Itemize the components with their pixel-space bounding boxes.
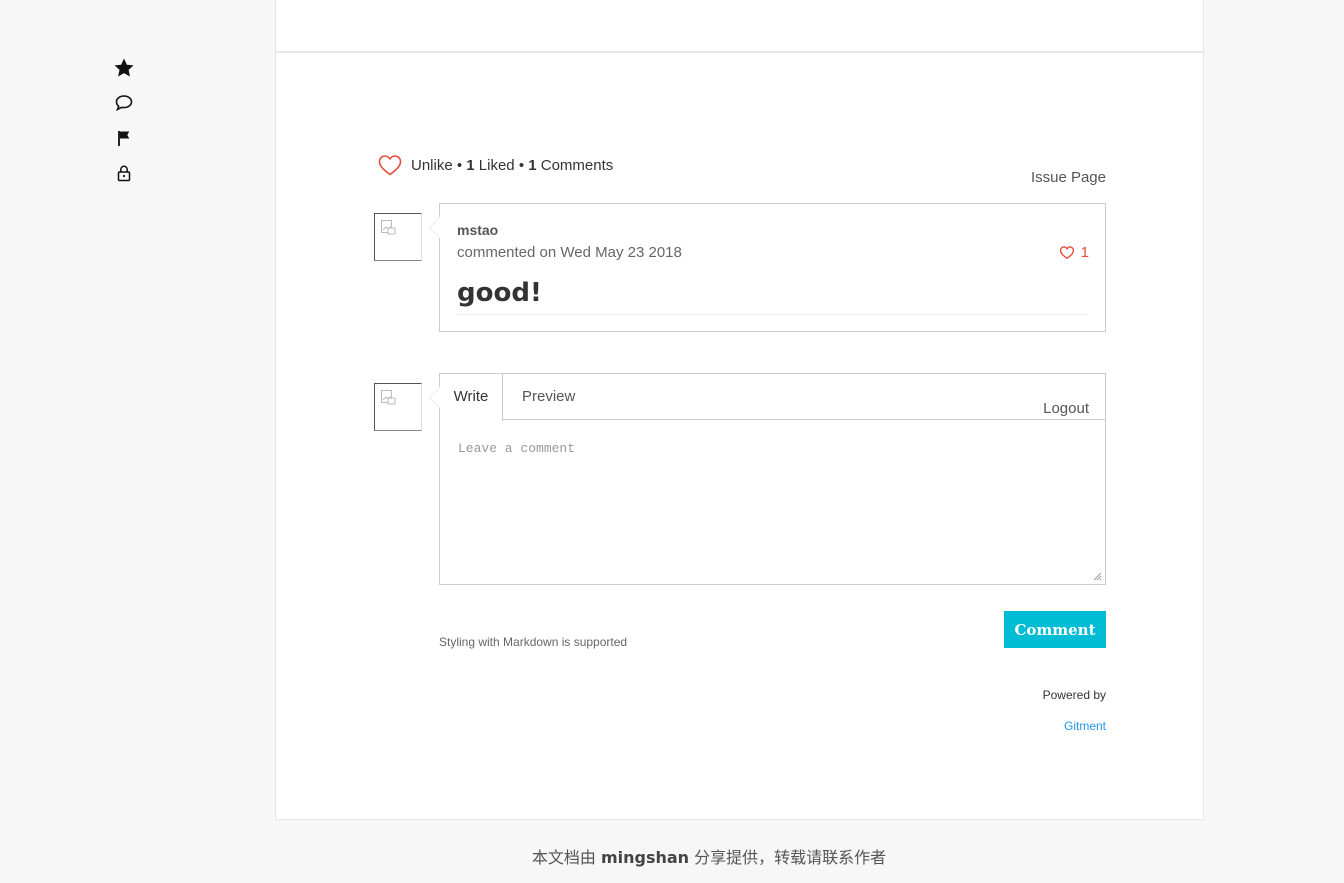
comment-icon[interactable] [112, 91, 136, 115]
separator: • [452, 157, 467, 174]
sidebar-actions [112, 56, 138, 196]
article-card: Unlike • 1 Liked • 1 Comments Issue Page… [275, 0, 1204, 820]
gitment-link[interactable]: Gitment [1064, 719, 1106, 733]
lock-icon[interactable] [112, 161, 136, 185]
comment-input[interactable] [440, 421, 1105, 584]
markdown-tip: Styling with Markdown is supported [439, 635, 628, 649]
comments-count: 1 [528, 157, 537, 174]
unlike-button[interactable]: Unlike [411, 157, 453, 174]
divider [276, 51, 1203, 53]
star-icon[interactable] [112, 56, 136, 80]
comment-card: mstao commented on Wed May 23 2018 1 goo… [439, 203, 1106, 332]
like-summary: Unlike • 1 Liked • 1 Comments [411, 157, 613, 174]
gitment-container: Unlike • 1 Liked • 1 Comments Issue Page… [374, 149, 1106, 733]
editor-tabs: Write Preview Logout [440, 374, 1105, 421]
footer-suffix: 分享提供，转载请联系作者 [689, 848, 887, 867]
comment-like-count: 1 [1080, 244, 1089, 261]
separator: • [514, 157, 529, 174]
heart-icon [1059, 246, 1074, 260]
avatar[interactable] [374, 383, 422, 431]
footer-prefix: 本文档由 [531, 848, 601, 867]
flag-icon[interactable] [112, 126, 136, 150]
logout-link[interactable]: Logout [1043, 400, 1089, 417]
avatar[interactable] [374, 213, 422, 261]
liked-label: Liked [474, 157, 515, 174]
editor-card: Write Preview Logout [439, 373, 1106, 585]
resize-handle-icon[interactable] [1093, 572, 1102, 581]
broken-image-icon [381, 390, 396, 405]
comment-like-button[interactable]: 1 [1059, 244, 1089, 261]
issue-page-link[interactable]: Issue Page [1031, 169, 1106, 186]
tab-write[interactable]: Write [440, 374, 503, 421]
footer-author: mingshan [600, 848, 690, 867]
broken-image-icon [381, 220, 396, 235]
comments-header: Unlike • 1 Liked • 1 Comments Issue Page [374, 149, 1106, 189]
tab-preview[interactable]: Preview [522, 374, 575, 420]
site-footer: 本文档由 mingshan 分享提供，转载请联系作者 [0, 844, 1344, 868]
comment-author[interactable]: mstao [457, 222, 498, 238]
comments-label: Comments [536, 157, 614, 174]
comment-editor: Write Preview Logout [374, 373, 1106, 588]
liked-count: 1 [466, 157, 475, 174]
editor-footer: Styling with Markdown is supported Comme… [374, 588, 1106, 733]
comment-item: mstao commented on Wed May 23 2018 1 goo… [374, 203, 1106, 332]
heart-icon[interactable] [377, 153, 403, 177]
powered-by-label: Powered by [1042, 688, 1106, 702]
comment-submit-button[interactable]: Comment [1004, 611, 1106, 648]
comment-date: commented on Wed May 23 2018 [457, 244, 682, 261]
comment-body: good! [457, 278, 1087, 315]
